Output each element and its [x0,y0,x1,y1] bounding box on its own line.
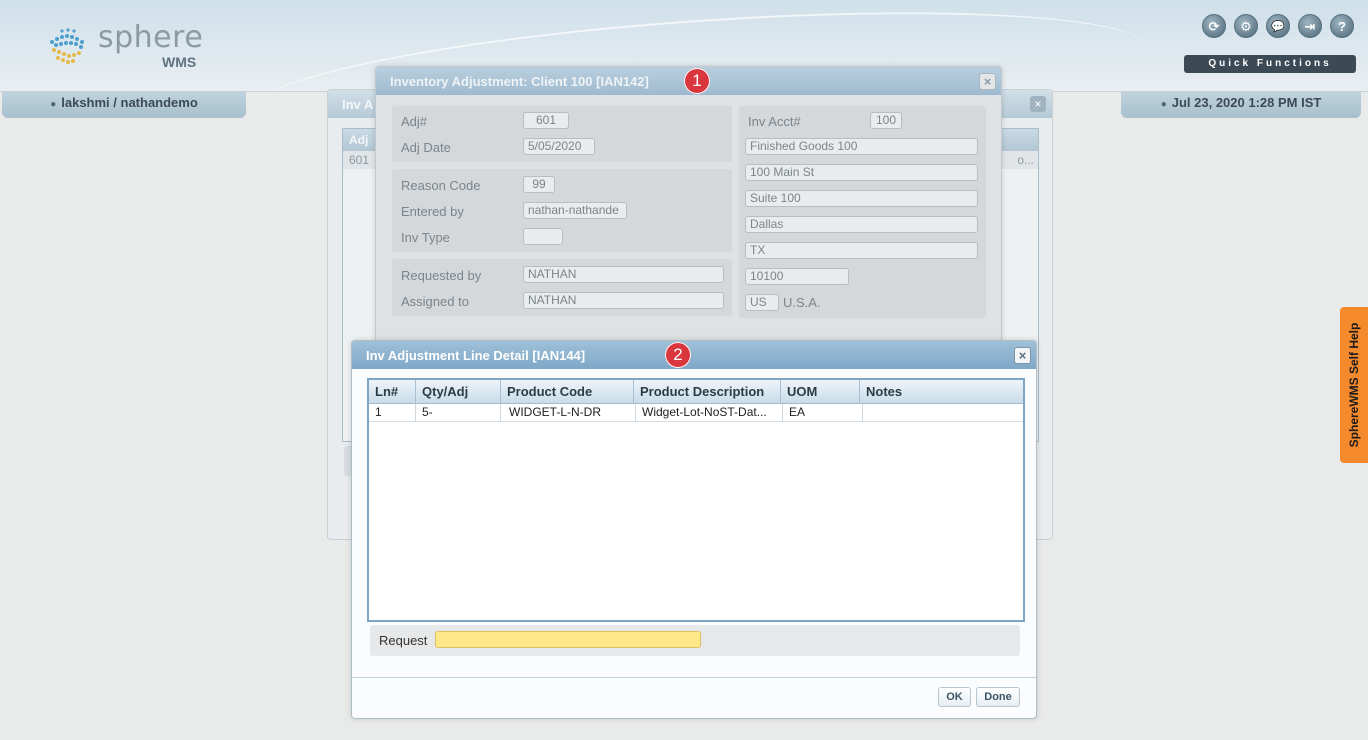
column-header-uom[interactable]: UOM [781,380,860,404]
user-name: lakshmi / nathandemo [61,95,198,110]
inv-type-label: Inv Type [401,230,450,245]
entered-by-field[interactable]: nathan-nathande [523,202,627,219]
callout-badge-2: 2 [665,342,691,368]
close-icon[interactable]: × [979,73,996,90]
clock-icon: ● [1160,99,1167,110]
assigned-to-label: Assigned to [401,294,469,309]
requested-by-field[interactable]: NATHAN [523,266,724,283]
zip-field[interactable]: 10100 [745,268,849,285]
inv-type-field[interactable] [523,228,563,245]
column-header-product-code[interactable]: Product Code [501,380,634,404]
inventory-account-section: Inv Acct# 100 Finished Goods 100 100 Mai… [739,106,986,318]
adjustment-id-section: Adj# 601 Adj Date 5/05/2020 [392,106,732,162]
panel-title: Inv A [342,97,374,112]
adj-date-label: Adj Date [401,140,451,155]
header-toolbar: ⟳ ⚙ 💬 ⇥ ? [1202,14,1354,42]
footer-divider [352,677,1036,678]
inv-acct-label: Inv Acct# [748,114,801,129]
user-indicator: ● lakshmi / nathandemo [2,92,246,118]
self-help-label: SphereWMS Self Help [1347,322,1361,448]
reason-code-field[interactable]: 99 [523,176,555,193]
table-row[interactable]: 1 5- WIDGET-L-N-DR Widget-Lot-NoST-Dat..… [369,404,1023,422]
line-detail-grid: Ln# Qty/Adj Product Code Product Descrip… [367,378,1025,622]
user-icon: ● [50,99,57,110]
refresh-icon[interactable]: ⟳ [1202,14,1226,38]
inventory-adjustment-dialog: Inventory Adjustment: Client 100 [IAN142… [375,66,1002,345]
state-field[interactable]: TX [745,242,978,259]
logout-icon[interactable]: ⇥ [1298,14,1322,38]
assigned-to-field[interactable]: NATHAN [523,292,724,309]
chat-icon[interactable]: 💬 [1266,14,1290,38]
cell-qty: 5- [416,404,501,421]
account-name-field[interactable]: Finished Goods 100 [745,138,978,155]
adj-number-field[interactable]: 601 [523,112,569,129]
cell-line: 1 [369,404,416,421]
column-header-qty[interactable]: Qty/Adj [416,380,501,404]
ok-button[interactable]: OK [938,687,971,707]
close-icon[interactable]: × [1030,96,1046,112]
column-header-notes[interactable]: Notes [860,380,1023,404]
logo-wordmark: sphere [98,20,204,55]
dialog-title: Inv Adjustment Line Detail [IAN144] [366,348,586,363]
dialog-header: Inv Adjustment Line Detail [IAN144] × [352,341,1036,369]
address-line2-field[interactable]: Suite 100 [745,190,978,207]
gear-icon[interactable]: ⚙ [1234,14,1258,38]
address-line1-field[interactable]: 100 Main St [745,164,978,181]
sphere-wms-logo: sphere WMS [44,20,224,70]
cell-uom: EA [783,404,863,421]
city-field[interactable]: Dallas [745,216,978,233]
close-icon[interactable]: × [1014,347,1031,364]
request-label: Request [379,633,428,648]
dialog-title: Inventory Adjustment: Client 100 [IAN142… [390,74,649,89]
truncated-cell: o... [1017,153,1034,167]
cell-product-code: WIDGET-L-N-DR [501,404,636,421]
entered-by-label: Entered by [401,204,464,219]
help-icon[interactable]: ? [1330,14,1354,38]
callout-badge-1: 1 [684,68,710,94]
done-button[interactable]: Done [976,687,1020,707]
logo-subtitle: WMS [162,54,197,70]
quick-functions-button[interactable]: Quick Functions [1184,55,1356,73]
reason-section: Reason Code 99 Entered by nathan-nathand… [392,169,732,252]
self-help-tab[interactable]: SphereWMS Self Help [1340,307,1368,463]
country-name-label: U.S.A. [783,295,821,310]
reason-code-label: Reason Code [401,178,481,193]
column-header-product-description[interactable]: Product Description [634,380,781,404]
cell-product-description: Widget-Lot-NoST-Dat... [636,404,783,421]
line-detail-dialog: Inv Adjustment Line Detail [IAN144] × 2 … [351,340,1037,719]
requested-by-label: Requested by [401,268,482,283]
globe-logo-icon [50,28,84,64]
grid-header: Ln# Qty/Adj Product Code Product Descrip… [369,380,1023,404]
inv-acct-field[interactable]: 100 [870,112,902,129]
cell-notes [863,404,1023,421]
datetime-indicator: ● Jul 23, 2020 1:28 PM IST [1121,92,1361,118]
column-header-line[interactable]: Ln# [369,380,416,404]
adj-date-field[interactable]: 5/05/2020 [523,138,595,155]
request-input[interactable] [435,631,701,648]
assignment-section: Requested by NATHAN Assigned to NATHAN [392,259,732,316]
adj-number-label: Adj# [401,114,428,129]
request-section: Request [370,625,1020,656]
datetime-text: Jul 23, 2020 1:28 PM IST [1171,95,1322,110]
country-code-field[interactable]: US [745,294,779,311]
